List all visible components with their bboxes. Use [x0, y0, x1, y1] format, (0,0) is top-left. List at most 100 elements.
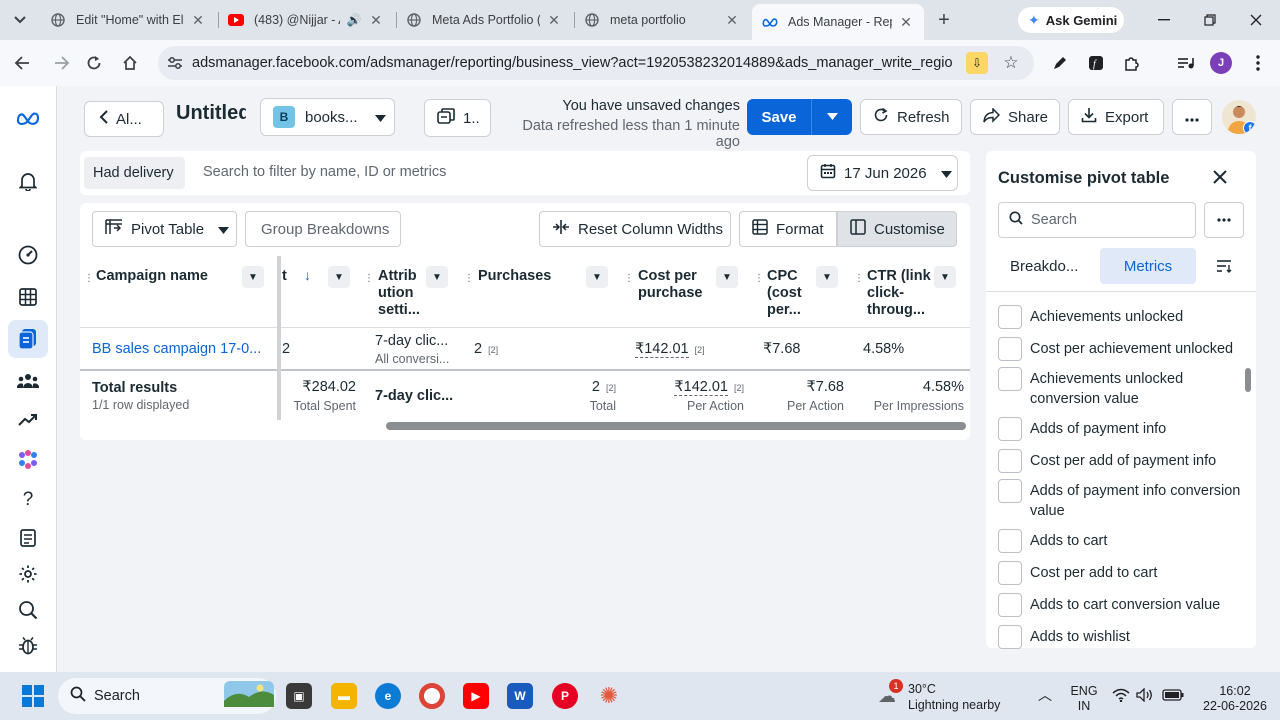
speaker-icon[interactable]: 🔊: [346, 13, 362, 27]
metric-checkbox[interactable]: [998, 367, 1022, 391]
extensions-puzzle-icon[interactable]: [1120, 51, 1144, 75]
metric-option[interactable]: Achievements unlocked: [998, 303, 1242, 329]
back-to-all-reports-button[interactable]: Al...: [84, 101, 164, 137]
metric-option[interactable]: Cost per add to cart: [998, 559, 1242, 585]
new-tab-button[interactable]: +: [932, 8, 956, 32]
back-arrow-icon[interactable]: [10, 51, 34, 75]
campaigns-grid-icon[interactable]: [16, 285, 40, 309]
export-button[interactable]: Export: [1068, 99, 1164, 135]
browser-tab-youtube[interactable]: (483) @Nijjar - A 🔊 ✕: [218, 4, 394, 36]
kebab-menu-icon[interactable]: [1246, 51, 1270, 75]
metric-option[interactable]: Adds of payment info: [998, 415, 1242, 441]
weather-widget[interactable]: 30°C Lightning nearby: [908, 681, 1000, 713]
forward-arrow-icon[interactable]: [50, 51, 74, 75]
notifications-bell-icon[interactable]: [16, 169, 40, 193]
column-menu-caret-icon[interactable]: ▼: [934, 266, 956, 288]
minimize-icon[interactable]: [1152, 8, 1176, 32]
total-cost-per-purchase[interactable]: ₹142.01 [2]: [626, 379, 744, 396]
windows-start-icon[interactable]: [22, 685, 44, 707]
drag-handle-icon[interactable]: ⋮: [464, 270, 474, 287]
column-menu-caret-icon[interactable]: ▼: [816, 266, 838, 288]
show-hidden-icons-chevron-icon[interactable]: ︿: [1038, 688, 1052, 703]
tab-breakdowns[interactable]: Breakdo...: [1010, 248, 1090, 284]
home-icon[interactable]: [118, 51, 142, 75]
install-app-icon[interactable]: ⇩: [966, 52, 988, 74]
browser-tab-elementor[interactable]: Edit "Home" with Ele ✕: [40, 4, 216, 36]
metric-checkbox[interactable]: [998, 625, 1022, 649]
close-icon[interactable]: ✕: [190, 12, 206, 29]
column-header-campaign-name[interactable]: ⋮ Campaign name ▼: [84, 256, 276, 328]
user-avatar[interactable]: f: [1222, 100, 1256, 134]
column-menu-caret-icon[interactable]: ▼: [716, 266, 738, 288]
metric-option[interactable]: Achievements unlocked conversion value: [998, 365, 1242, 409]
browser-tab-meta-portfolio[interactable]: Meta Ads Portfolio ( ✕: [396, 4, 572, 36]
row-purchases[interactable]: 2 [2]: [474, 341, 498, 357]
column-header-cpc[interactable]: ⋮ CPC (cost per... ▼: [754, 256, 850, 328]
documentation-icon[interactable]: [16, 526, 40, 550]
pivot-table-view-selector[interactable]: Pivot Table: [92, 211, 237, 247]
refresh-button[interactable]: Refresh: [860, 99, 962, 135]
ads-reporting-trend-icon[interactable]: [16, 408, 40, 432]
meta-logo-icon[interactable]: [16, 106, 40, 130]
drag-handle-icon[interactable]: ⋮: [364, 270, 374, 287]
column-header-amount-spent[interactable]: t ↓ ▼: [282, 256, 362, 328]
column-menu-caret-icon[interactable]: ▼: [242, 266, 264, 288]
metric-checkbox[interactable]: [998, 417, 1022, 441]
metric-checkbox[interactable]: [998, 529, 1022, 553]
reload-icon[interactable]: [82, 51, 106, 75]
panel-vertical-scrollbar[interactable]: [1245, 368, 1251, 392]
battery-icon[interactable]: [1162, 689, 1184, 705]
panel-more-button[interactable]: [1204, 202, 1244, 238]
close-icon[interactable]: ✕: [898, 14, 914, 31]
search-icon[interactable]: [16, 598, 40, 622]
close-icon[interactable]: [1208, 165, 1232, 189]
panel-search-input[interactable]: Search: [998, 202, 1196, 238]
date-range-picker[interactable]: 17 Jun 2026: [807, 155, 958, 191]
filter-search-input[interactable]: Search to filter by name, ID or metrics: [203, 164, 446, 180]
edge-browser-icon[interactable]: e: [375, 683, 401, 709]
restore-icon[interactable]: [1198, 8, 1222, 32]
customise-button[interactable]: Customise: [837, 211, 957, 247]
metric-checkbox[interactable]: [998, 593, 1022, 617]
group-breakdowns-button[interactable]: Group Breakdowns: [245, 211, 401, 247]
format-button[interactable]: Format: [739, 211, 837, 247]
audiences-people-icon[interactable]: [16, 369, 40, 393]
sort-options-icon[interactable]: [1212, 248, 1236, 284]
horizontal-scrollbar[interactable]: [386, 422, 966, 430]
font-extension-icon[interactable]: f: [1084, 51, 1108, 75]
wifi-icon[interactable]: [1112, 688, 1130, 705]
metric-option[interactable]: Adds to cart conversion value: [998, 591, 1242, 617]
help-question-icon[interactable]: ?: [16, 488, 40, 512]
word-app-icon[interactable]: W: [507, 683, 533, 709]
more-options-button[interactable]: [1172, 99, 1212, 135]
metric-option[interactable]: Cost per achievement unlocked: [998, 335, 1242, 361]
pen-extension-icon[interactable]: [1048, 51, 1072, 75]
share-button[interactable]: Share: [970, 99, 1060, 135]
drag-handle-icon[interactable]: ⋮: [754, 270, 764, 287]
reporting-icon[interactable]: [16, 327, 40, 351]
input-language-indicator[interactable]: ENG IN: [1066, 684, 1102, 714]
ad-account-selector[interactable]: B books...: [260, 98, 395, 136]
browser-tab-meta-portfolio-search[interactable]: meta portfolio ✕: [574, 4, 750, 36]
sort-descending-arrow-icon[interactable]: ↓: [304, 267, 311, 284]
save-options-caret-icon[interactable]: [812, 111, 852, 123]
browser-tab-ads-manager[interactable]: Ads Manager - Repo ✕: [752, 4, 924, 40]
save-button[interactable]: Save: [747, 99, 852, 135]
drag-handle-icon[interactable]: ⋮: [624, 270, 634, 287]
volume-icon[interactable]: [1136, 687, 1154, 706]
settings-gear-icon[interactable]: [16, 562, 40, 586]
metric-checkbox[interactable]: [998, 337, 1022, 361]
filter-chip-had-delivery[interactable]: Had delivery: [84, 157, 185, 189]
metric-checkbox[interactable]: [998, 561, 1022, 585]
metric-checkbox[interactable]: [998, 305, 1022, 329]
frozen-column-divider[interactable]: [277, 256, 281, 420]
taskbar-search-box[interactable]: Search: [58, 678, 276, 714]
media-control-icon[interactable]: [1174, 51, 1198, 75]
account-overview-gauge-icon[interactable]: [16, 243, 40, 267]
file-explorer-icon[interactable]: ▬: [331, 683, 357, 709]
task-view-icon[interactable]: ▣: [286, 683, 312, 709]
close-icon[interactable]: ✕: [724, 12, 740, 29]
report-title[interactable]: Untitled: [176, 102, 246, 125]
metric-checkbox[interactable]: [998, 479, 1022, 503]
column-menu-caret-icon[interactable]: ▼: [328, 266, 350, 288]
